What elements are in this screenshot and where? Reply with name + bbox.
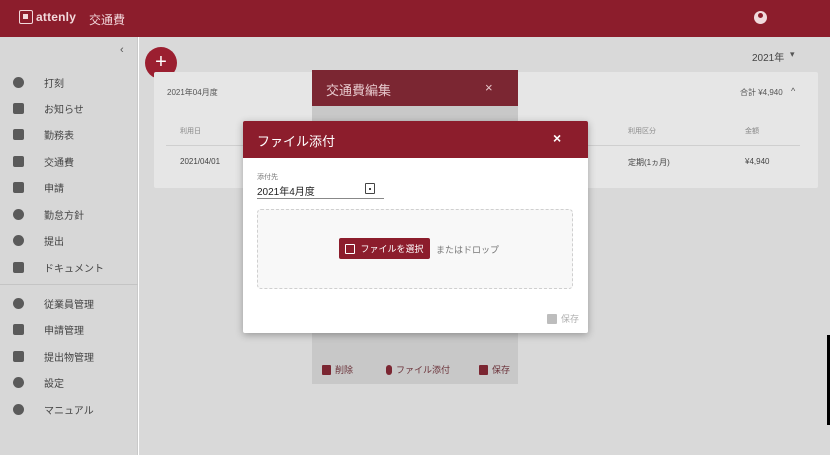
select-file-button[interactable]: ファイルを選択 [339,238,430,259]
top-app-bar: attenly 交通費 [0,0,830,37]
column-header-type: 利用区分 [628,128,656,135]
sidebar-item-request-admin[interactable]: 申請管理 [0,316,138,342]
train-icon [13,155,24,167]
sidebar-item-label: マニュアル [44,405,94,417]
app-logo[interactable]: attenly [19,10,76,24]
attach-label: ファイル添付 [396,365,451,375]
sidebar-item-settings[interactable]: 設定 [0,369,138,395]
sidebar-item-label: 従業員管理 [44,299,94,311]
year-select[interactable]: 2021年 [752,49,784,64]
month-title: 2021年04月度 [167,88,218,97]
document-icon [13,261,24,273]
row-date[interactable]: 2021/04/01 [180,157,220,166]
page-title: 交通費 [89,13,126,27]
save-icon [547,313,557,324]
sidebar-divider [0,284,138,285]
select-file-label: ファイルを選択 [360,244,424,254]
sidebar-item-requests[interactable]: 申請 [0,174,138,200]
calendar-icon[interactable] [365,183,375,194]
help-icon [13,403,24,415]
field-underline [257,198,384,199]
sidebar-item-label: 設定 [44,378,64,390]
column-header-amount: 金額 [745,128,759,135]
sidebar-item-submission-admin[interactable]: 提出物管理 [0,343,138,369]
sidebar-item-label: お知らせ [44,104,84,116]
paperclip-icon [386,364,392,375]
compass-icon [13,208,24,220]
save-label: 保存 [492,365,511,375]
sidebar-item-label: 申請 [44,183,64,195]
delete-label: 削除 [335,365,354,375]
sidebar-item-transport[interactable]: 交通費 [0,148,138,174]
edit-dialog-title: 交通費編集 [326,83,392,98]
briefcase-check-icon [13,323,24,335]
clock-icon [13,76,24,88]
row-type[interactable]: 定期(1ヵ月) [628,157,670,168]
sidebar-item-label: 提出 [44,236,64,248]
sidebar-item-label: 交通費 [44,157,74,169]
sidebar-item-label: 勤務表 [44,130,74,142]
trash-icon [322,364,331,375]
delete-button[interactable]: 削除 [322,363,353,376]
sidebar-item-label: 提出物管理 [44,352,94,364]
chevron-down-icon[interactable]: ▾ [790,49,795,60]
sidebar-item-policy[interactable]: 勤怠方針 [0,201,138,227]
file-stack-icon [345,243,356,254]
row-amount[interactable]: ¥4,940 [745,157,769,166]
calendar-icon [13,128,24,140]
sidebar-item-label: 勤怠方針 [44,210,84,222]
edit-dialog-close-icon[interactable]: × [485,80,493,95]
attach-dialog-title: ファイル添付 [257,134,336,149]
sidebar-item-clock-in[interactable]: 打刻 [0,69,138,95]
gear-icon [13,376,24,388]
cloud-upload-icon [13,234,24,246]
logo-mark-icon [19,10,33,24]
month-total: 合計 ¥4,940 [740,88,783,97]
attach-file-button[interactable]: ファイル添付 [386,363,450,376]
sidebar-item-label: ドキュメント [44,263,104,275]
person-icon [13,297,24,309]
sidebar-item-manual[interactable]: マニュアル [0,396,138,422]
briefcase-icon [13,181,24,193]
sidebar-item-submit[interactable]: 提出 [0,227,138,253]
sidebar-item-label: 申請管理 [44,325,84,337]
account-circle-icon[interactable] [754,11,767,24]
edit-save-button[interactable]: 保存 [479,363,510,376]
sidebar-item-notices[interactable]: お知らせ [0,95,138,121]
attach-save-button[interactable]: 保存 [547,312,579,325]
chevron-up-icon[interactable]: ^ [791,86,795,96]
sidebar-item-timesheet[interactable]: 勤務表 [0,121,138,147]
attach-target-label: 添付先 [257,174,278,181]
sidebar-item-label: 打刻 [44,78,64,90]
attach-target-field[interactable]: 2021年4月度 [257,183,315,198]
logo-text: attenly [36,10,77,24]
folder-person-icon [13,350,24,362]
attach-dialog-close-icon[interactable]: × [553,130,561,146]
save-label: 保存 [561,314,580,324]
save-icon [479,364,488,375]
sidebar-item-documents[interactable]: ドキュメント [0,254,138,280]
drop-hint: またはドロップ [436,245,500,255]
collapse-sidebar-icon[interactable]: ‹ [120,44,124,56]
column-header-date: 利用日 [180,128,201,135]
clipboard-icon [13,102,24,114]
sidebar-item-employees[interactable]: 従業員管理 [0,290,138,316]
